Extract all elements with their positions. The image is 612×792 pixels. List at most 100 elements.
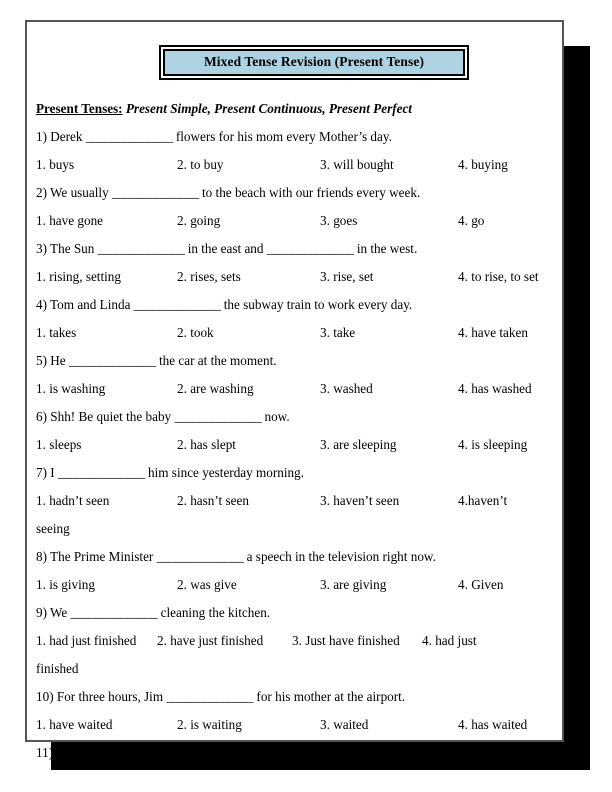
answer-option[interactable]: 2. are washing xyxy=(177,375,254,403)
question-stem-before: 6) Shh! Be quiet the baby xyxy=(36,409,175,424)
question-stem-before: 2) We usually xyxy=(36,185,112,200)
answer-option[interactable]: 3. are giving xyxy=(320,571,386,599)
answer-option-continuation[interactable]: finished xyxy=(36,655,556,683)
option-row: 1. is washing 2. are washing 3. washed 4. h… xyxy=(36,375,556,403)
question-stem-before: 5) He xyxy=(36,353,69,368)
answer-option[interactable]: 4.haven’t xyxy=(458,487,507,515)
answer-option[interactable]: 1. is washing xyxy=(36,375,105,403)
answer-option[interactable]: 2. was give xyxy=(177,571,237,599)
answer-option[interactable]: 3. take xyxy=(320,319,355,347)
question-stem-before: 7) I xyxy=(36,465,58,480)
answer-blank[interactable]: ______________ xyxy=(174,409,261,424)
question-text: 7) I ______________ him since yesterday … xyxy=(36,459,556,487)
answer-option[interactable]: 1. rising, setting xyxy=(36,263,121,291)
answer-blank[interactable]: ______________ xyxy=(58,465,145,480)
answer-option[interactable]: 4. to rise, to set xyxy=(458,263,539,291)
question-stem-after: him since yesterday morning. xyxy=(144,465,305,480)
answer-option[interactable]: 4. is sleeping xyxy=(458,431,527,459)
answer-option[interactable]: 4. Given xyxy=(458,571,503,599)
answer-option[interactable]: 1. buys xyxy=(36,151,74,179)
question-stem-before: 8) The Prime Minister xyxy=(36,549,157,564)
answer-option[interactable]: 4. have taken xyxy=(458,319,528,347)
question-stem-after: for his mother at the airport. xyxy=(253,689,406,704)
option-row: 1. hadn’t seen 2. hasn’t seen 3. haven’t s… xyxy=(36,487,556,515)
answer-option[interactable]: 4. go xyxy=(458,207,484,235)
answer-blank[interactable]: ______________ xyxy=(134,297,221,312)
answer-option[interactable]: 3. washed xyxy=(320,375,373,403)
question-stem-after: to the beach with our friends every week… xyxy=(198,185,421,200)
answer-option[interactable]: 4. had just xyxy=(422,627,477,655)
question-stem-after: now. xyxy=(261,409,290,424)
answer-option[interactable]: 1. is giving xyxy=(36,571,95,599)
question-stem-after: the car at the moment. xyxy=(155,353,277,368)
option-row: 1. had just finished 2. have just finishe… xyxy=(36,627,556,655)
answer-option[interactable]: 3. goes xyxy=(320,207,357,235)
answer-option[interactable]: 1. had just finished xyxy=(36,627,136,655)
option-row: 1. rising, setting 2. rises, sets 3. rise,… xyxy=(36,263,556,291)
question-stem-before: 1) Derek xyxy=(36,129,86,144)
answer-option[interactable]: 2. took xyxy=(177,319,214,347)
answer-option[interactable]: 1. have gone xyxy=(36,207,103,235)
question-stem-middle: in the east and xyxy=(184,241,267,256)
answer-blank[interactable]: ______________ xyxy=(98,241,185,256)
answer-option[interactable]: 3. waited xyxy=(320,711,368,739)
page-title: Mixed Tense Revision (Present Tense) xyxy=(203,54,425,69)
answer-blank[interactable]: ______________ xyxy=(157,549,244,564)
answer-option[interactable]: 4. buying xyxy=(458,151,508,179)
question-text: 9) We ______________ cleaning the kitche… xyxy=(36,599,556,627)
question-stem-before: 9) We xyxy=(36,605,71,620)
question-list: 1) Derek ______________ flowers for his … xyxy=(36,123,556,767)
answer-option[interactable]: 2. have just finished xyxy=(157,627,263,655)
question-text: 5) He ______________ the car at the mome… xyxy=(36,347,556,375)
answer-option[interactable]: 3. haven’t seen xyxy=(320,487,399,515)
option-row: 1. takes 2. took 3. take 4. have taken xyxy=(36,319,556,347)
answer-option[interactable]: 2. has slept xyxy=(177,431,236,459)
answer-blank[interactable]: ______________ xyxy=(112,185,199,200)
worksheet-title-inner-box: Mixed Tense Revision (Present Tense) xyxy=(163,49,465,76)
worksheet-page: Mixed Tense Revision (Present Tense) Pre… xyxy=(25,20,564,760)
question-text: 1) Derek ______________ flowers for his … xyxy=(36,123,556,151)
answer-option[interactable]: 4. has waited xyxy=(458,711,527,739)
answer-blank[interactable]: ______________ xyxy=(86,129,173,144)
answer-option[interactable]: 1. sleeps xyxy=(36,431,81,459)
question-stem-before: 3) The Sun xyxy=(36,241,98,256)
question-stem-after: cleaning the kitchen. xyxy=(157,605,271,620)
answer-option[interactable]: 1. have waited xyxy=(36,711,113,739)
option-row: 1. sleeps 2. has slept 3. are sleeping 4. i… xyxy=(36,431,556,459)
worksheet-content: Present Tenses: Present Simple, Present … xyxy=(36,95,556,767)
question-stem-after: the subway train to work every day. xyxy=(220,297,413,312)
question-text: 6) Shh! Be quiet the baby ______________… xyxy=(36,403,556,431)
question-stem-before: 11) Lauren and Sarah xyxy=(36,745,153,760)
option-row: 1. buys 2. to buy 3. will bought 4. buying xyxy=(36,151,556,179)
question-stem-before: 4) Tom and Linda xyxy=(36,297,134,312)
question-stem-after: a speech in the television right now. xyxy=(243,549,436,564)
answer-option[interactable]: 1. takes xyxy=(36,319,76,347)
answer-blank[interactable]: ______________ xyxy=(153,745,240,760)
answer-option-continuation[interactable]: seeing xyxy=(36,515,556,543)
question-stem-after: in the west. xyxy=(353,241,418,256)
option-row: 1. is giving 2. was give 3. are giving 4. G… xyxy=(36,571,556,599)
answer-option[interactable]: 3. are sleeping xyxy=(320,431,397,459)
answer-option[interactable]: 3. rise, set xyxy=(320,263,373,291)
answer-blank[interactable]: ______________ xyxy=(71,605,158,620)
answer-option[interactable]: 2. rises, sets xyxy=(177,263,241,291)
question-text: 10) For three hours, Jim ______________ … xyxy=(36,683,556,711)
question-stem-before: 10) For three hours, Jim xyxy=(36,689,167,704)
answer-option[interactable]: 4. has washed xyxy=(458,375,532,403)
answer-option[interactable]: 2. is waiting xyxy=(177,711,242,739)
question-text: 8) The Prime Minister ______________ a s… xyxy=(36,543,556,571)
answer-option[interactable]: 2. going xyxy=(177,207,220,235)
answer-option[interactable]: 3. Just have finished xyxy=(292,627,400,655)
question-text: 4) Tom and Linda ______________ the subw… xyxy=(36,291,556,319)
question-text: 11) Lauren and Sarah ______________ Span… xyxy=(36,739,556,767)
answer-option[interactable]: 2. hasn’t seen xyxy=(177,487,249,515)
answer-option[interactable]: 2. to buy xyxy=(177,151,224,179)
answer-option[interactable]: 1. hadn’t seen xyxy=(36,487,109,515)
answer-blank[interactable]: ______________ xyxy=(267,241,354,256)
answer-blank[interactable]: ______________ xyxy=(69,353,156,368)
answer-option[interactable]: 3. will bought xyxy=(320,151,394,179)
option-row: 1. have gone 2. going 3. goes 4. go xyxy=(36,207,556,235)
answer-blank[interactable]: ______________ xyxy=(166,689,253,704)
tense-subtitle-list: Present Simple, Present Continuous, Pres… xyxy=(122,101,412,116)
option-row: 1. have waited 2. is waiting 3. waited 4. h… xyxy=(36,711,556,739)
